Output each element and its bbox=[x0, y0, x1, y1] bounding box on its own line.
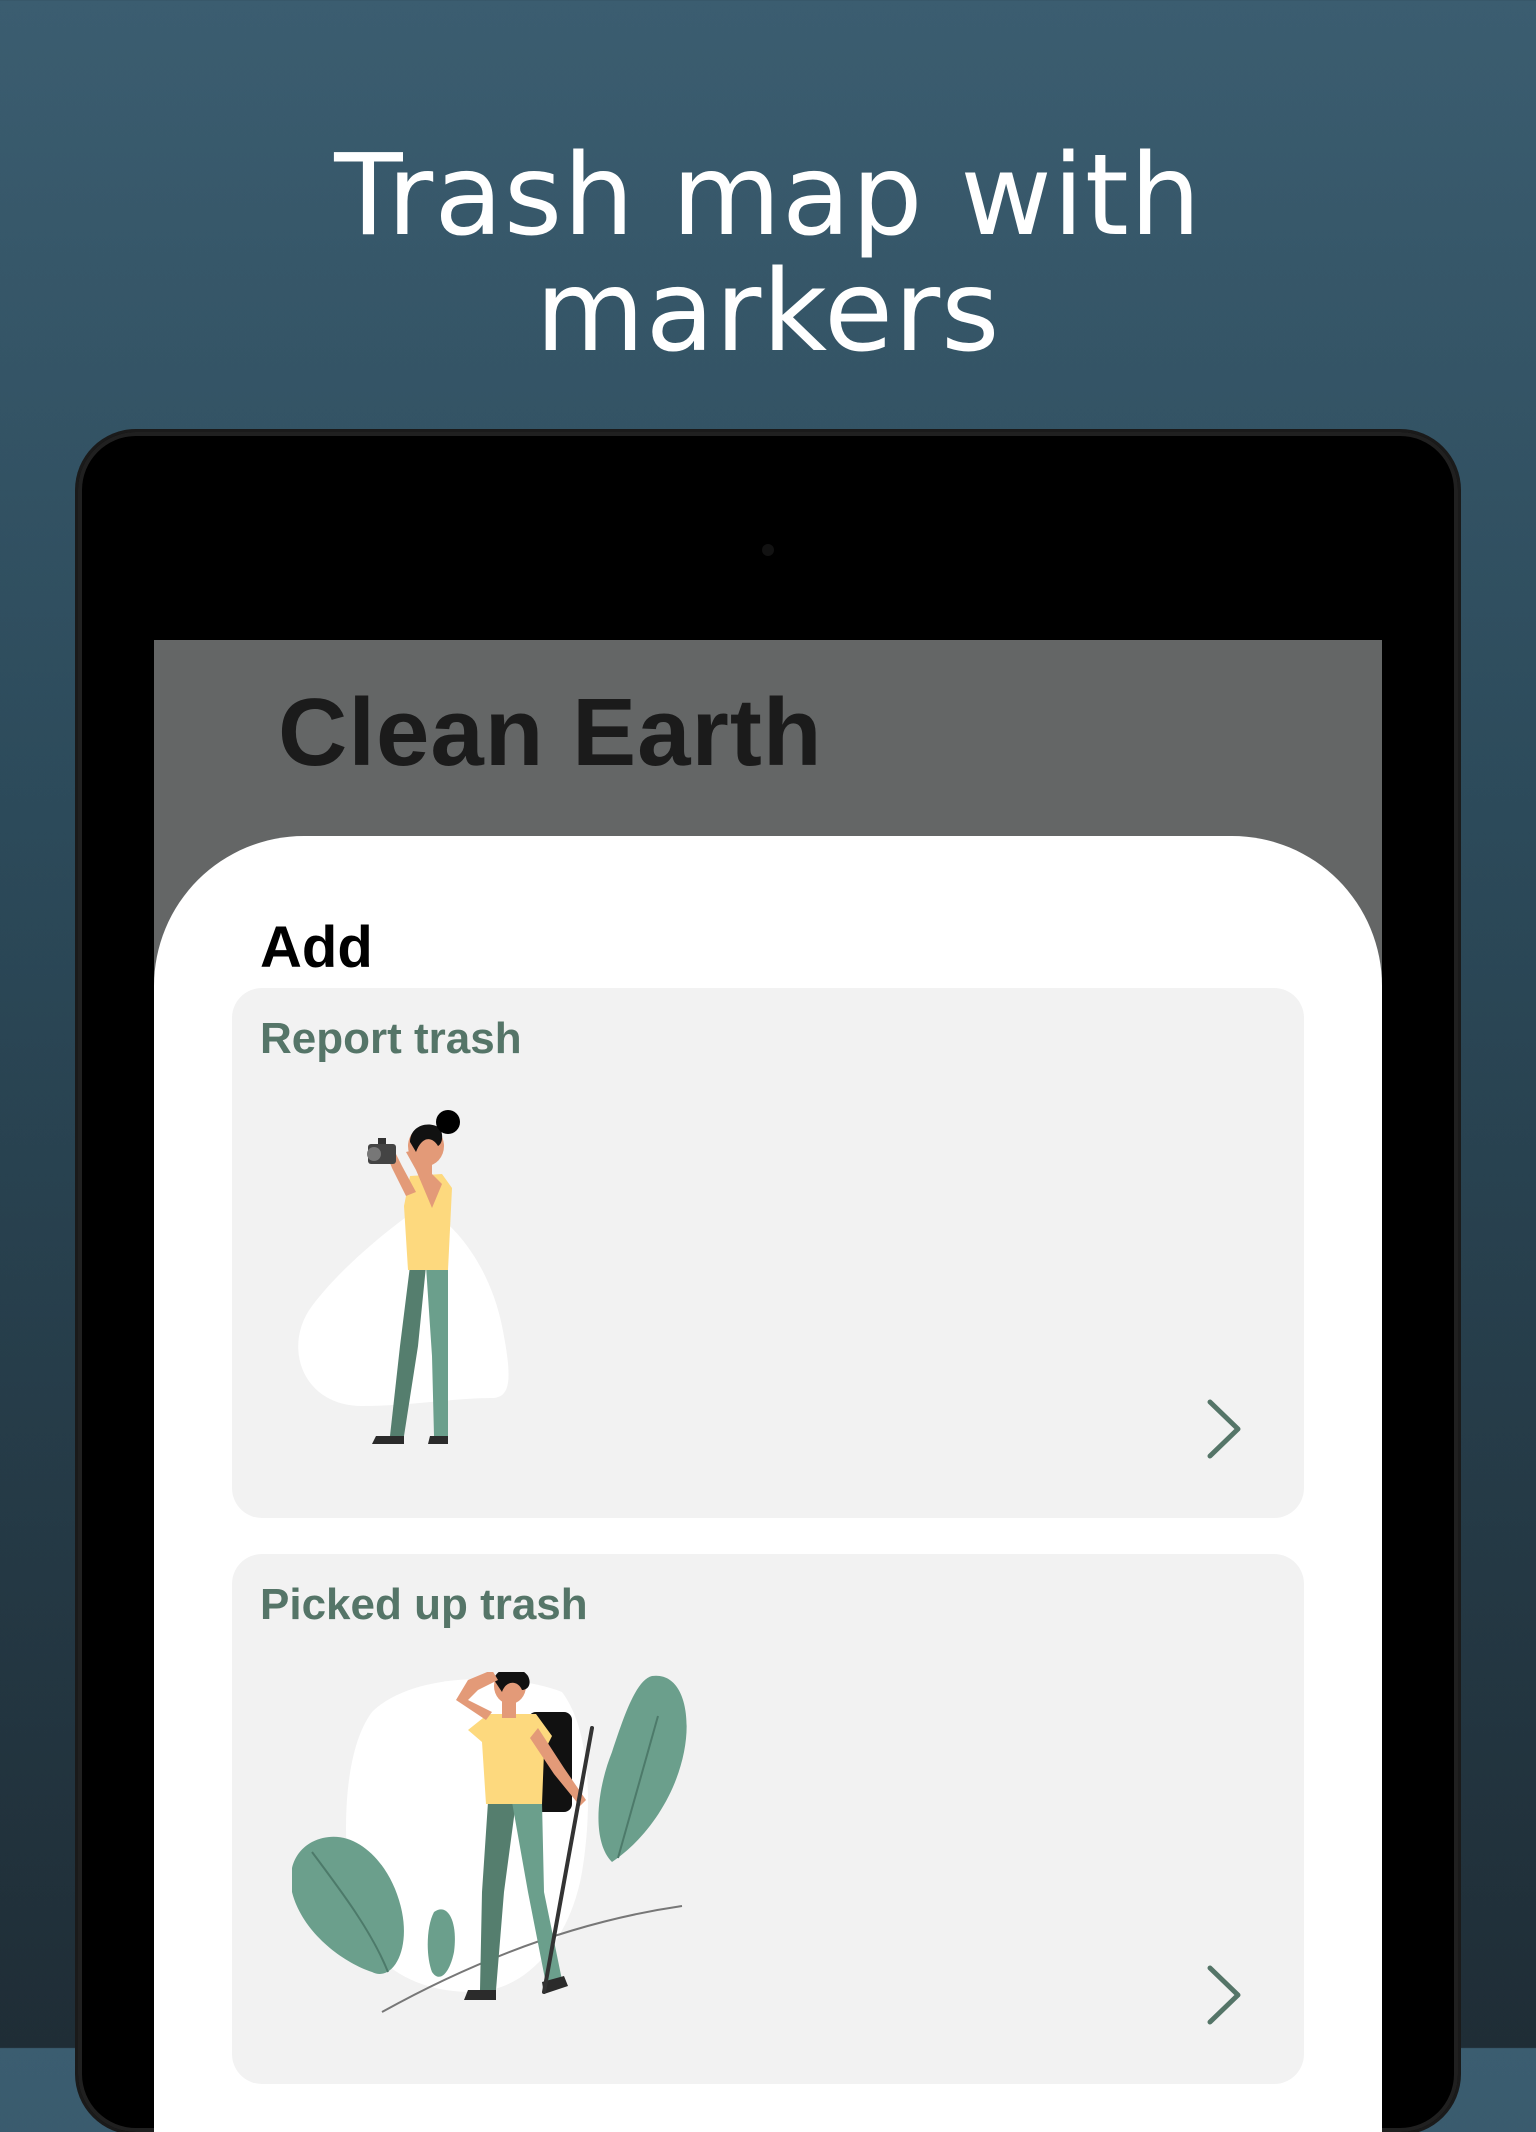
picked-up-trash-card[interactable]: Picked up trash bbox=[232, 1554, 1304, 2084]
person-with-trash-picker-illustration bbox=[292, 1672, 687, 2013]
front-camera bbox=[762, 544, 774, 556]
picked-up-trash-label: Picked up trash bbox=[260, 1580, 588, 1629]
bottom-sheet: Add Report trash Picked up trash bbox=[154, 836, 1382, 2132]
person-photographing-illustration bbox=[298, 1110, 509, 1444]
promo-headline-line2: markers bbox=[535, 247, 1001, 377]
section-title-add: Add bbox=[260, 915, 373, 980]
app-title: Clean Earth bbox=[278, 679, 823, 786]
promo-headline-line1: Trash map with bbox=[334, 131, 1202, 261]
report-trash-card[interactable]: Report trash bbox=[232, 988, 1304, 1518]
chevron-right-icon bbox=[1207, 1965, 1241, 2025]
chevron-right-icon bbox=[1207, 1399, 1241, 1459]
promo-headline: Trash map with markers bbox=[0, 138, 1536, 370]
app-screen: Clean Earth Add Report trash Picked up t… bbox=[154, 640, 1382, 2132]
tablet-frame: Clean Earth Add Report trash Picked up t… bbox=[78, 432, 1458, 2132]
report-trash-label: Report trash bbox=[260, 1014, 522, 1063]
